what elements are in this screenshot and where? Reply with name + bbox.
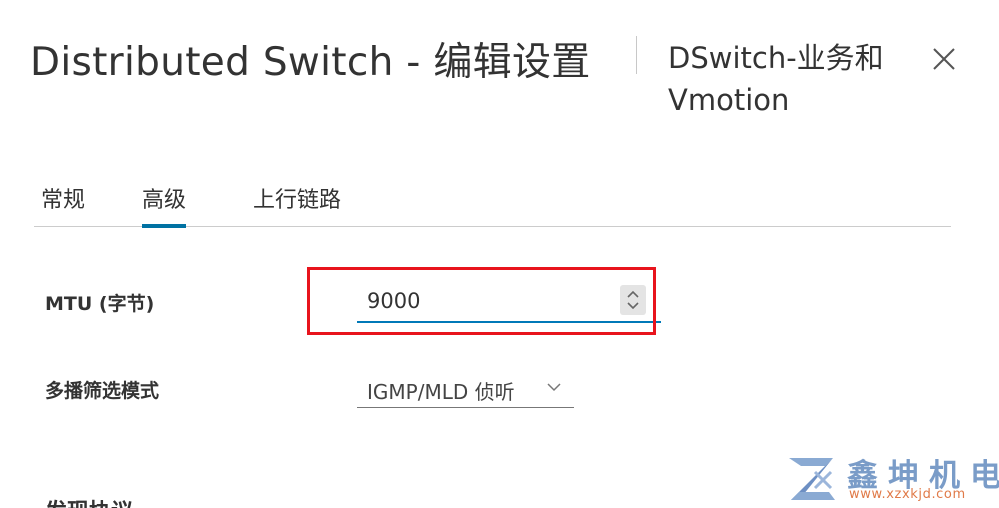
watermark-logo-icon xyxy=(789,458,835,500)
edit-settings-dialog: Distributed Switch - 编辑设置 DSwitch-业务和 Vm… xyxy=(0,0,999,508)
tab-uplinks[interactable]: 上行链路 xyxy=(253,182,341,224)
dialog-title: Distributed Switch - 编辑设置 xyxy=(30,40,591,85)
discovery-protocol-heading: 发现协议 xyxy=(45,494,133,508)
watermark-name: 鑫坤机电 xyxy=(847,458,999,494)
mtu-label: MTU (字节) xyxy=(45,293,155,315)
title-divider xyxy=(636,36,637,74)
watermark: 鑫坤机电 www.xzxkjd.com xyxy=(785,450,999,508)
mtu-field xyxy=(357,283,661,323)
close-button[interactable] xyxy=(929,44,959,74)
chevron-down-icon xyxy=(547,383,561,392)
tab-general[interactable]: 常规 xyxy=(41,182,85,224)
mtu-stepper[interactable] xyxy=(620,285,646,315)
watermark-url: www.xzxkjd.com xyxy=(849,487,966,502)
tab-advanced[interactable]: 高级 xyxy=(142,182,187,228)
multicast-filter-label: 多播筛选模式 xyxy=(45,380,160,402)
multicast-filter-select[interactable]: IGMP/MLD 侦听 xyxy=(357,371,574,408)
mtu-input[interactable] xyxy=(367,285,597,317)
close-icon xyxy=(933,48,955,70)
multicast-filter-value: IGMP/MLD 侦听 xyxy=(367,380,515,404)
tab-bar: 常规 高级 上行链路 xyxy=(34,176,951,228)
stepper-arrows-icon xyxy=(627,290,639,310)
dialog-subtitle: DSwitch-业务和 Vmotion xyxy=(668,41,884,117)
